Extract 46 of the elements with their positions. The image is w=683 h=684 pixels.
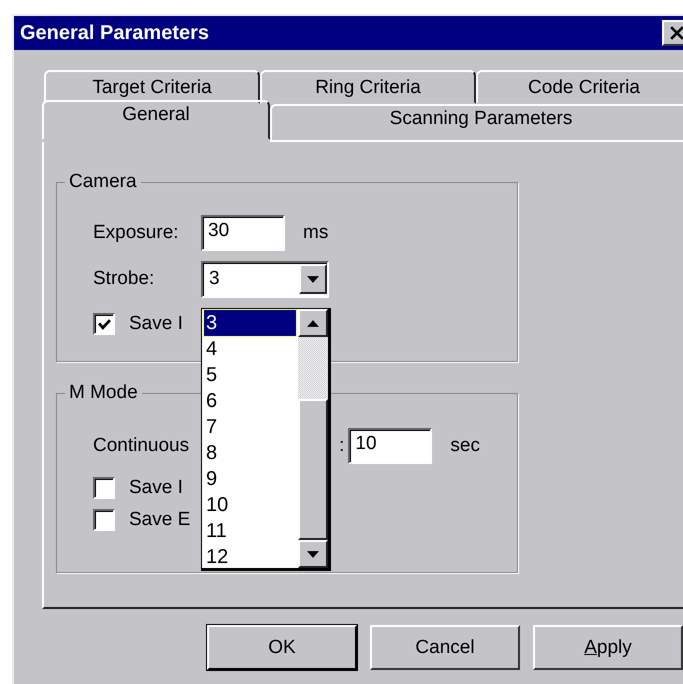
list-option[interactable]: 11 [204, 518, 298, 544]
field-label: Continuous [93, 435, 190, 457]
close-icon [670, 26, 683, 40]
list-option[interactable]: 9 [204, 466, 298, 492]
down-arrow-icon [307, 550, 319, 558]
window-title: General Parameters [20, 22, 210, 44]
list-option[interactable]: 7 [204, 414, 298, 440]
input-field[interactable]: 10 [348, 428, 432, 464]
check-mark-icon [98, 318, 110, 330]
list-option[interactable]: 4 [204, 336, 298, 362]
tab[interactable]: Scanning Parameters [270, 104, 683, 142]
field-label: Strobe: [93, 268, 156, 290]
list-option[interactable]: 3 [204, 310, 296, 336]
tab[interactable]: Target Criteria [44, 70, 260, 104]
scrollbar[interactable] [298, 309, 328, 568]
close-button[interactable] [662, 20, 683, 46]
dialog-button[interactable]: Apply [533, 625, 683, 670]
scroll-down-button[interactable] [298, 540, 328, 568]
dropdown-button[interactable] [299, 264, 327, 294]
unit-label: sec [450, 435, 480, 457]
scroll-up-button[interactable] [298, 309, 328, 337]
dropdown[interactable]: 3 [201, 260, 329, 298]
checkbox[interactable] [93, 477, 115, 499]
tab[interactable]: General [42, 100, 270, 140]
field-label: Exposure: [93, 222, 180, 244]
checkbox[interactable] [93, 509, 115, 531]
checkbox-label: Save I [129, 313, 183, 335]
caret-icon [307, 276, 319, 282]
list-option[interactable]: 10 [204, 492, 298, 518]
tab[interactable]: Ring Criteria [260, 70, 476, 104]
list-option[interactable]: 8 [204, 440, 298, 466]
dropdown-value: 3 [209, 268, 220, 290]
dialog-button[interactable]: Cancel [370, 625, 520, 670]
scroll-thumb[interactable] [298, 399, 328, 540]
checkbox-label: Save I [129, 477, 183, 499]
unit-label: ms [303, 222, 328, 244]
dialog-button[interactable]: OK [207, 625, 357, 670]
list-option[interactable]: 12 [204, 544, 298, 570]
list-option[interactable]: 5 [204, 362, 298, 388]
tab[interactable]: Code Criteria [476, 70, 683, 104]
field-label: : [339, 435, 344, 457]
list-option[interactable]: 6 [204, 388, 298, 414]
input-field[interactable]: 30 [201, 215, 285, 251]
checkbox-label: Save E [129, 509, 190, 531]
checkbox[interactable] [93, 313, 115, 335]
up-arrow-icon [307, 320, 319, 326]
